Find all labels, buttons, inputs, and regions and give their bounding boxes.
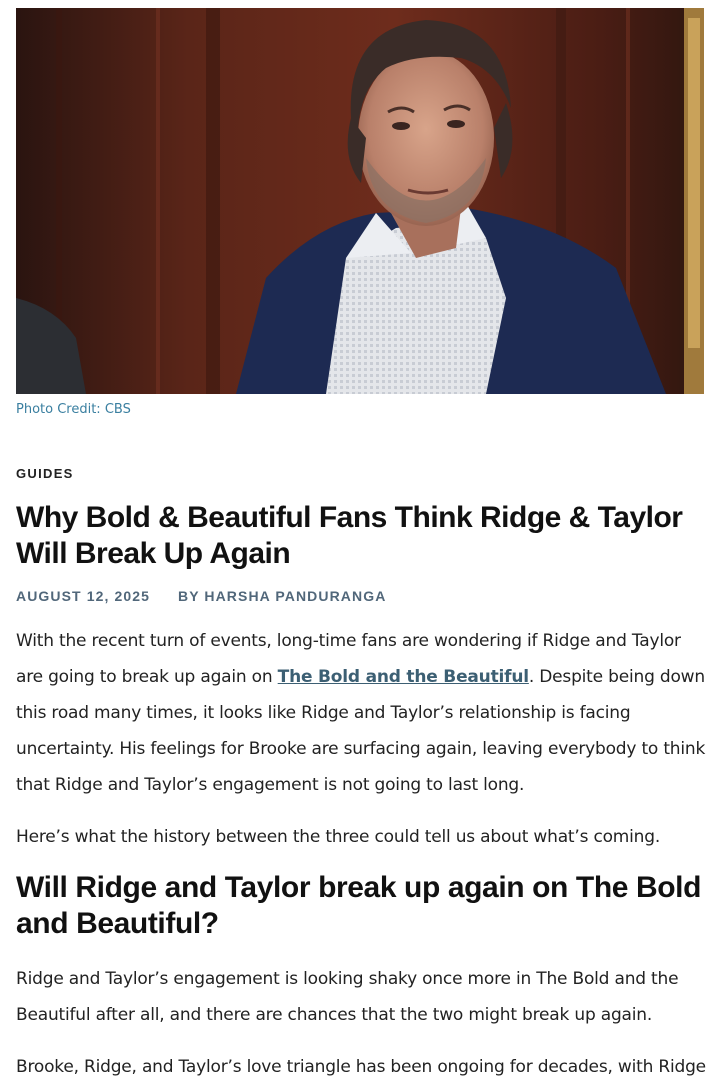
intro-paragraph: With the recent turn of events, long-tim… — [16, 623, 706, 803]
publish-date: AUGUST 12, 2025 — [16, 588, 150, 604]
section-heading: Will Ridge and Taylor break up again on … — [16, 871, 702, 940]
photo-credit: Photo Credit: CBS — [16, 402, 131, 417]
author-byline[interactable]: BY HARSHA PANDURANGA — [178, 588, 386, 604]
show-link[interactable]: The Bold and the Beautiful — [278, 667, 529, 687]
paragraph-4: Brooke, Ridge, and Taylor’s love triangl… — [16, 1057, 706, 1077]
hero-image — [16, 8, 704, 394]
hero-photo — [16, 8, 704, 394]
article-meta: AUGUST 12, 2025 BY HARSHA PANDURANGA — [16, 588, 386, 604]
article-title: Why Bold & Beautiful Fans Think Ridge & … — [16, 501, 683, 570]
paragraph-2: Here’s what the history between the thre… — [16, 827, 661, 847]
paragraph-3: Ridge and Taylor’s engagement is looking… — [16, 969, 679, 1025]
article-category[interactable]: GUIDES — [16, 466, 74, 481]
